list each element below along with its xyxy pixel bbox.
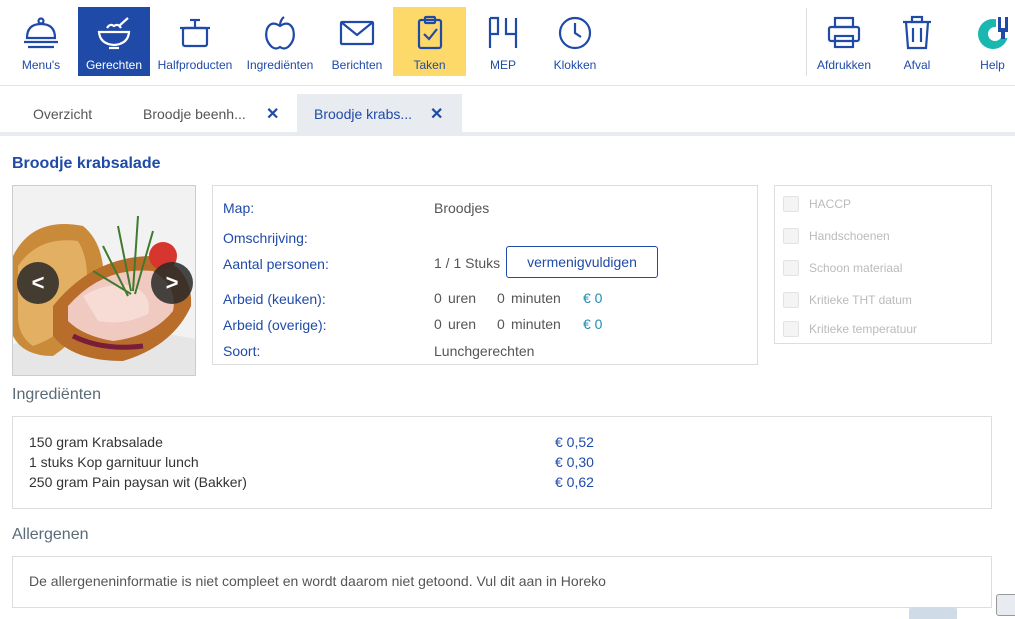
- omschrijving-label: Omschrijving:: [223, 230, 308, 246]
- check-schoon-materiaal[interactable]: Schoon materiaal: [783, 260, 902, 276]
- soort-label: Soort:: [223, 343, 261, 359]
- ingredient-row-price: € 0,62: [555, 474, 594, 490]
- toolbar-divider: [806, 8, 807, 76]
- ingredient-row-name: 250 gram Pain paysan wit (Bakker): [29, 474, 247, 490]
- toolbar-mep-button[interactable]: MEP: [478, 7, 528, 76]
- main-toolbar: Menu's Gerechten Halfproducten Ingrediën…: [0, 0, 1015, 86]
- help-logo-icon: [977, 16, 1010, 49]
- toolbar-ingredienten-button[interactable]: Ingrediënten: [242, 7, 318, 76]
- tab-broodje-beenham[interactable]: Broodje beenh... ✕: [128, 94, 296, 134]
- toolbar-halfproducten-button[interactable]: Halfproducten: [152, 7, 238, 76]
- close-icon[interactable]: ✕: [266, 104, 279, 124]
- arbeid-overige-uren: 0: [434, 316, 442, 332]
- ingredient-row-price: € 0,52: [555, 434, 594, 450]
- clock-icon: [558, 16, 592, 50]
- toolbar-klokken-button[interactable]: Klokken: [545, 7, 605, 76]
- check-handschoenen[interactable]: Handschoenen: [783, 228, 890, 244]
- bowl-icon: [97, 17, 131, 50]
- allergens-heading: Allergenen: [12, 526, 89, 543]
- toolbar-menus-button[interactable]: Menu's: [13, 7, 69, 76]
- toolbar-taken-button[interactable]: Taken: [393, 7, 466, 76]
- dish-info-panel: Map: Broodjes Omschrijving: Aantal perso…: [212, 185, 758, 365]
- check-haccp[interactable]: HACCP: [783, 196, 851, 212]
- arbeid-keuken-uren: 0: [434, 290, 442, 306]
- arbeid-overige-uren-unit: uren: [448, 316, 477, 332]
- toolbar-help-button[interactable]: Help: [970, 7, 1015, 76]
- ingredient-row-name: 150 gram Krabsalade: [29, 434, 163, 450]
- chat-icon[interactable]: [996, 594, 1015, 616]
- map-value: Broodjes: [434, 200, 490, 216]
- clipboard-check-icon: [417, 15, 442, 50]
- ingredients-panel: 150 gram Krabsalade € 0,52 1 stuks Kop g…: [12, 416, 992, 509]
- map-label: Map:: [223, 200, 255, 216]
- check-kritieke-temperatuur[interactable]: Kritieke temperatuur: [783, 321, 917, 337]
- checkbox[interactable]: [783, 196, 799, 212]
- personen-value: 1 / 1 Stuks: [434, 255, 501, 271]
- toolbar-berichten-button[interactable]: Berichten: [326, 7, 388, 76]
- ingredient-row-price: € 0,30: [555, 454, 594, 470]
- tab-underline: [0, 132, 1015, 136]
- arbeid-overige-euro: € 0: [583, 316, 603, 332]
- ingredient-row-name: 1 stuks Kop garnituur lunch: [29, 454, 199, 470]
- arbeid-keuken-euro: € 0: [583, 290, 603, 306]
- tab-bar: Overzicht Broodje beenh... ✕ Broodje kra…: [0, 94, 1015, 135]
- apple-icon: [265, 16, 295, 50]
- hygiene-checklist: HACCP Handschoenen Schoon materiaal Krit…: [774, 185, 992, 344]
- arbeid-keuken-minuten-unit: minuten: [511, 290, 561, 306]
- check-kritieke-tht-datum[interactable]: Kritieke THT datum: [783, 292, 912, 308]
- checkbox[interactable]: [783, 321, 799, 337]
- multiply-button[interactable]: vermenigvuldigen: [506, 246, 658, 278]
- pot-icon: [180, 18, 210, 48]
- toolbar-afval-button[interactable]: Afval: [893, 7, 941, 76]
- arbeid-overige-minuten: 0: [497, 316, 505, 332]
- arbeid-keuken-minuten: 0: [497, 290, 505, 306]
- cloche-icon: [24, 17, 58, 49]
- checkbox[interactable]: [783, 260, 799, 276]
- allergens-message: De allergeneninformatie is niet compleet…: [29, 573, 606, 589]
- allergens-panel: De allergeneninformatie is niet compleet…: [12, 556, 992, 608]
- tab-broodje-krabsalade[interactable]: Broodje krabs... ✕: [297, 94, 462, 134]
- checkbox[interactable]: [783, 292, 799, 308]
- close-icon[interactable]: ✕: [430, 104, 443, 124]
- arbeid-overige-minuten-unit: minuten: [511, 316, 561, 332]
- toolbar-gerechten-button[interactable]: Gerechten: [78, 7, 150, 76]
- dish-photo-carousel: < >: [12, 185, 196, 376]
- photo-next-button[interactable]: >: [151, 262, 193, 304]
- tab-overzicht[interactable]: Overzicht: [12, 94, 122, 134]
- personen-label: Aantal personen:: [223, 256, 329, 272]
- page-title: Broodje krabsalade: [12, 155, 161, 172]
- toolbar-afdrukken-button[interactable]: Afdrukken: [812, 7, 876, 76]
- soort-value: Lunchgerechten: [434, 343, 535, 359]
- arbeid-keuken-label: Arbeid (keuken):: [223, 291, 326, 307]
- ingredients-heading: Ingrediënten: [12, 386, 101, 403]
- arbeid-overige-label: Arbeid (overige):: [223, 317, 327, 333]
- checkbox[interactable]: [783, 228, 799, 244]
- mep-icon: [488, 16, 518, 48]
- trash-icon: [903, 15, 931, 50]
- envelope-icon: [339, 20, 375, 46]
- arbeid-keuken-uren-unit: uren: [448, 290, 477, 306]
- printer-icon: [827, 16, 861, 49]
- scroll-top-button[interactable]: [909, 607, 957, 619]
- photo-prev-button[interactable]: <: [17, 262, 59, 304]
